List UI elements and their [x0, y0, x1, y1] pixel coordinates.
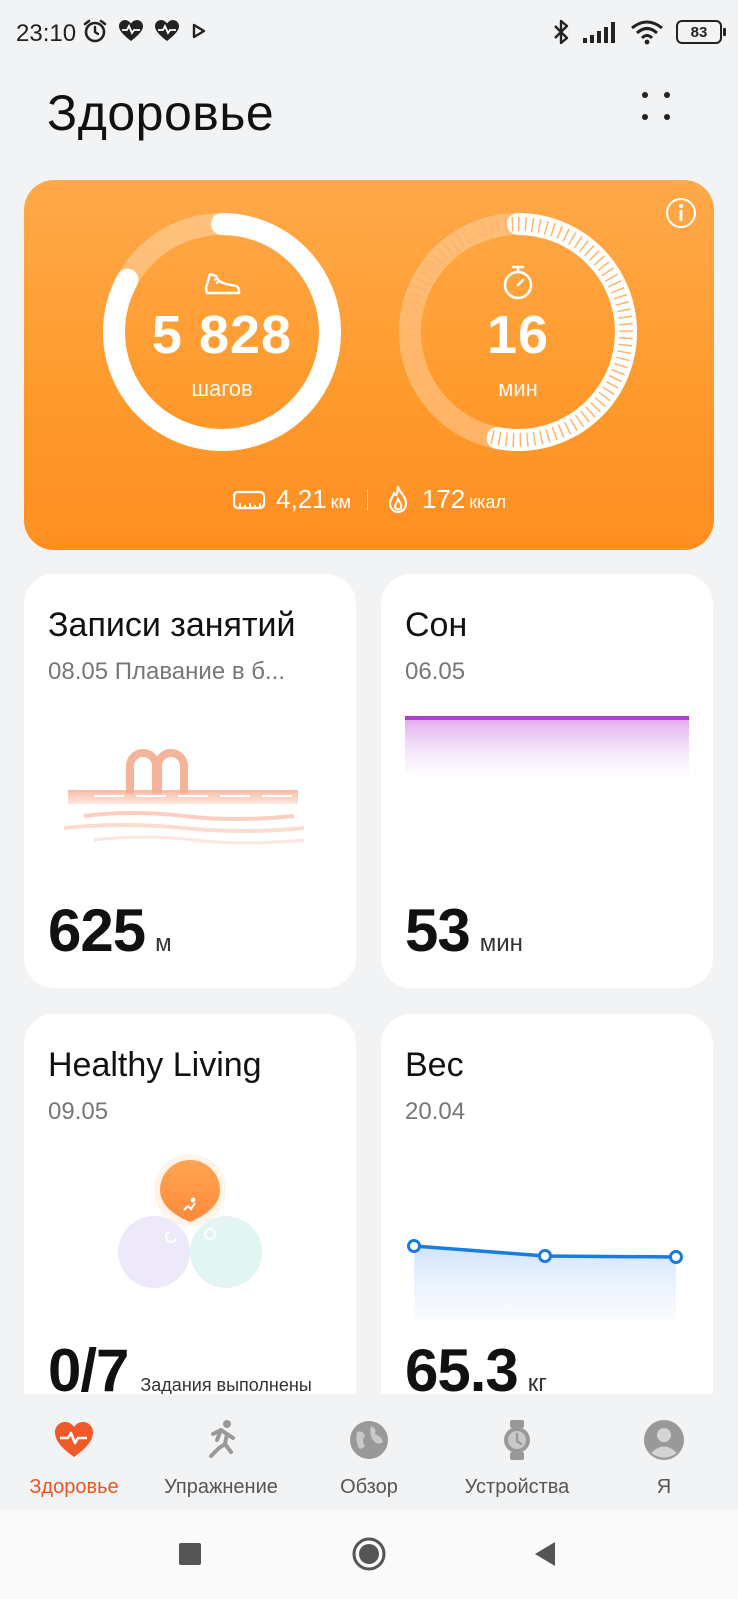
weight-subtitle: 20.04: [405, 1098, 466, 1125]
healthy-living-subtitle: 09.05: [48, 1098, 109, 1125]
weight-unit: кг: [527, 1370, 548, 1394]
swimming-pool-icon: [64, 749, 305, 845]
nav-item-overview[interactable]: Обзор: [295, 1394, 443, 1510]
calories-unit: ккал: [469, 492, 506, 512]
recent-apps-icon[interactable]: [170, 1534, 210, 1574]
activity-card[interactable]: 5 828 шагов 16 мин 4,21 км 172 ккал: [24, 180, 714, 550]
page-title: Здоровье: [47, 85, 275, 141]
weight-title: Вес: [405, 1046, 464, 1084]
tasks-completed-label: Задания выполнены: [140, 1375, 312, 1394]
nav-label-devices: Устройства: [464, 1476, 570, 1498]
nav-item-exercise[interactable]: Упражнение: [147, 1394, 295, 1510]
wifi-icon: [631, 20, 663, 45]
running-icon: [209, 1420, 235, 1458]
steps-unit: шагов: [191, 376, 253, 401]
nav-item-me[interactable]: Я: [590, 1394, 738, 1510]
nav-item-health[interactable]: Здоровье: [0, 1394, 148, 1510]
heart-monitor-icon: [155, 20, 179, 41]
back-icon[interactable]: [525, 1534, 565, 1574]
shoe-icon: [204, 272, 241, 295]
dot-icon: [642, 92, 648, 98]
healthy-living-card[interactable]: Healthy Living 09.05 0/7 Задания выполне…: [24, 1014, 356, 1394]
nav-label-health: Здоровье: [29, 1476, 119, 1498]
play-icon: [192, 23, 206, 39]
battery-icon: 83: [676, 20, 726, 44]
weight-point: [407, 1239, 421, 1253]
nav-label-exercise: Упражнение: [164, 1476, 278, 1498]
workout-records-title: Записи занятий: [48, 606, 296, 644]
system-icons: 83: [552, 18, 726, 46]
globe-icon: [350, 1421, 388, 1459]
healthy-living-title: Healthy Living: [48, 1046, 262, 1084]
calories-stat: 172 ккал: [384, 484, 506, 515]
steps-value: 5 828: [151, 305, 293, 365]
signal-icon: [583, 22, 615, 43]
dot-icon: [664, 114, 670, 120]
more-menu-button[interactable]: [642, 92, 682, 132]
stopwatch-icon: [503, 265, 533, 300]
home-icon[interactable]: [349, 1534, 389, 1574]
weight-point: [669, 1250, 683, 1264]
notification-icons: [82, 18, 208, 44]
weight-number: 65.3: [405, 1337, 519, 1394]
minutes-unit: мин: [498, 376, 538, 401]
nav-label-overview: Обзор: [340, 1476, 398, 1498]
workout-records-card[interactable]: Записи занятий 08.05 Плавание в б... 625…: [24, 574, 356, 988]
workout-distance-unit: м: [155, 930, 172, 957]
steps-ring[interactable]: 5 828 шагов: [100, 210, 344, 454]
sleep-title: Сон: [405, 606, 468, 644]
system-navigation-bar: [0, 1510, 738, 1599]
sleep-duration-unit: мин: [479, 930, 523, 957]
alarm-icon: [83, 19, 107, 43]
workout-distance-value: 625: [48, 897, 146, 964]
minutes-ring[interactable]: 16 мин: [396, 210, 640, 454]
workout-records-value: 625 м: [48, 896, 172, 965]
watch-icon: [504, 1420, 530, 1460]
dot-icon: [642, 114, 648, 120]
nav-label-me: Я: [656, 1476, 672, 1498]
profile-icon: [644, 1420, 684, 1460]
heart-monitor-icon: [119, 20, 143, 41]
stat-divider: [366, 488, 368, 511]
ruler-icon: [232, 490, 266, 509]
distance-stat: 4,21 км: [232, 484, 351, 515]
weight-chart: [407, 1239, 683, 1320]
heart-icon: [55, 1422, 93, 1457]
workout-records-subtitle: 08.05 Плавание в б...: [48, 658, 285, 685]
healthy-living-value: 0/7 Задания выполнены: [48, 1336, 312, 1394]
info-icon[interactable]: [664, 196, 698, 230]
nav-item-devices[interactable]: Устройства: [443, 1394, 591, 1510]
sleep-chart: [405, 716, 689, 774]
tasks-completed-value: 0/7: [48, 1337, 129, 1394]
weight-card[interactable]: Вес 20.04 65.3 кг: [381, 1014, 713, 1394]
sleep-duration-value: 53: [405, 897, 471, 964]
status-time: 23:10: [16, 20, 77, 47]
healthy-living-graphic: [118, 1154, 262, 1288]
distance-unit: км: [330, 492, 351, 512]
sleep-subtitle: 06.05: [405, 658, 466, 685]
battery-level: 83: [690, 23, 708, 41]
weight-point: [538, 1249, 552, 1263]
sleep-card[interactable]: Сон 06.05 53 мин: [381, 574, 713, 988]
distance-value: 4,21: [276, 484, 327, 514]
calories-value: 172: [421, 484, 466, 514]
activity-stats: 4,21 км 172 ккал: [24, 484, 714, 515]
bluetooth-icon: [554, 19, 569, 45]
minutes-value: 16: [486, 305, 550, 365]
bottom-navigation: Здоровье Упражнение Обзор Устройства Я: [0, 1394, 738, 1510]
dot-icon: [664, 92, 670, 98]
flame-icon: [388, 485, 407, 513]
sleep-value: 53 мин: [405, 896, 523, 965]
weight-value: 65.3 кг: [405, 1336, 547, 1394]
status-bar: 23:10 83: [0, 0, 738, 70]
